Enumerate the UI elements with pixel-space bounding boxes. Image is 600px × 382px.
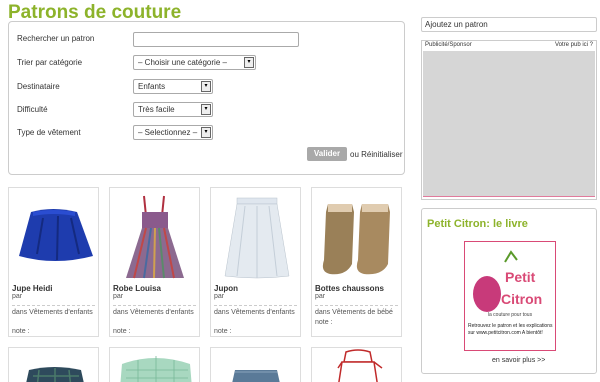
product-card[interactable]: Jupe Heidi par dans Vêtements d'enfants …	[8, 187, 99, 337]
dropdown-arrow-icon: ▾	[201, 104, 211, 115]
category-select[interactable]: – Choisir une catégorie – ▾	[133, 55, 256, 70]
submit-button[interactable]: Valider	[307, 147, 347, 161]
search-label: Rechercher un patron	[17, 34, 95, 43]
filter-panel: Rechercher un patron Trier par catégorie…	[8, 21, 405, 175]
product-name[interactable]: Bottes chaussons	[315, 284, 384, 293]
book-cover[interactable]: Petit Citron la couture pour tous Retrou…	[464, 241, 556, 351]
divider	[113, 305, 196, 306]
cover-text: Retrouvez le patron et les explications …	[468, 323, 553, 336]
divider	[214, 305, 297, 306]
reset-row: ou Réinitialiser	[350, 150, 403, 159]
category-select-value: – Choisir une catégorie –	[138, 58, 227, 67]
product-card[interactable]: Bottes chaussons par dans Vêtements de b…	[311, 187, 402, 337]
product-card[interactable]: Jupon par dans Vêtements d'enfants note …	[210, 187, 301, 337]
ad-label: Publicité/Sponsor	[425, 42, 472, 48]
cover-tagline: la couture pour tous	[487, 312, 533, 318]
recipient-select[interactable]: Enfants ▾	[133, 79, 213, 94]
recipient-label: Destinataire	[17, 82, 60, 91]
book-title: Petit Citron: le livre	[427, 218, 528, 230]
product-name[interactable]: Jupon	[214, 284, 238, 293]
reset-link[interactable]: Réinitialiser	[361, 150, 402, 159]
garment-type-select[interactable]: – Selectionnez – ▾	[133, 125, 213, 140]
product-card[interactable]	[210, 347, 301, 382]
product-name[interactable]: Robe Louisa	[113, 284, 161, 293]
apron-image	[337, 349, 383, 382]
category-label: Trier par catégorie	[17, 58, 83, 67]
svg-text:Petit: Petit	[505, 269, 536, 285]
product-author: par	[315, 293, 326, 300]
product-category: dans Vêtements de bébé	[315, 309, 393, 316]
striped-dress-image	[126, 195, 184, 279]
svg-text:Citron: Citron	[501, 291, 542, 307]
slipper-boots-image	[322, 204, 390, 275]
product-rating: note :	[315, 319, 333, 326]
denim-garment-image	[232, 370, 280, 382]
divider	[315, 305, 398, 306]
product-author: par	[12, 293, 23, 300]
learn-more-link[interactable]: en savoir plus >>	[492, 357, 545, 364]
green-garment-image	[120, 356, 192, 382]
difficulty-label: Difficulté	[17, 105, 48, 114]
plaid-garment-image	[26, 367, 84, 382]
ad-box: Publicité/Sponsor Votre pub ici ?	[421, 40, 597, 200]
add-pattern-button[interactable]: Ajoutez un patron	[421, 17, 597, 32]
product-rating: note :	[12, 328, 30, 335]
dropdown-arrow-icon: ▾	[201, 127, 211, 138]
recipient-select-value: Enfants	[138, 82, 166, 91]
reset-prefix: ou	[350, 150, 359, 159]
product-card[interactable]: Robe Louisa par dans Vêtements d'enfants…	[109, 187, 200, 337]
product-card[interactable]	[109, 347, 200, 382]
dropdown-arrow-icon: ▾	[201, 81, 211, 92]
petit-citron-logo: Petit Citron	[473, 250, 542, 312]
product-rating: note :	[113, 328, 131, 335]
ad-placeholder[interactable]	[423, 51, 595, 197]
product-card[interactable]	[8, 347, 99, 382]
garment-type-select-value: – Selectionnez –	[138, 128, 198, 137]
garment-type-label: Type de vêtement	[17, 128, 81, 137]
ad-question-link[interactable]: Votre pub ici ?	[555, 42, 593, 48]
white-petticoat-image	[224, 197, 290, 279]
product-category: dans Vêtements d'enfants	[12, 309, 93, 316]
book-panel: Petit Citron: le livre Petit Citron la c…	[421, 208, 597, 374]
product-name[interactable]: Jupe Heidi	[12, 284, 52, 293]
product-category: dans Vêtements d'enfants	[214, 309, 295, 316]
dropdown-arrow-icon: ▾	[244, 57, 254, 68]
difficulty-select-value: Très facile	[138, 105, 175, 114]
product-author: par	[113, 293, 124, 300]
product-card[interactable]	[311, 347, 402, 382]
difficulty-select[interactable]: Très facile ▾	[133, 102, 213, 117]
product-category: dans Vêtements d'enfants	[113, 309, 194, 316]
product-rating: note :	[214, 328, 232, 335]
divider	[12, 305, 95, 306]
search-input[interactable]	[133, 32, 299, 47]
product-author: par	[214, 293, 225, 300]
blue-skirt-image	[19, 209, 93, 261]
